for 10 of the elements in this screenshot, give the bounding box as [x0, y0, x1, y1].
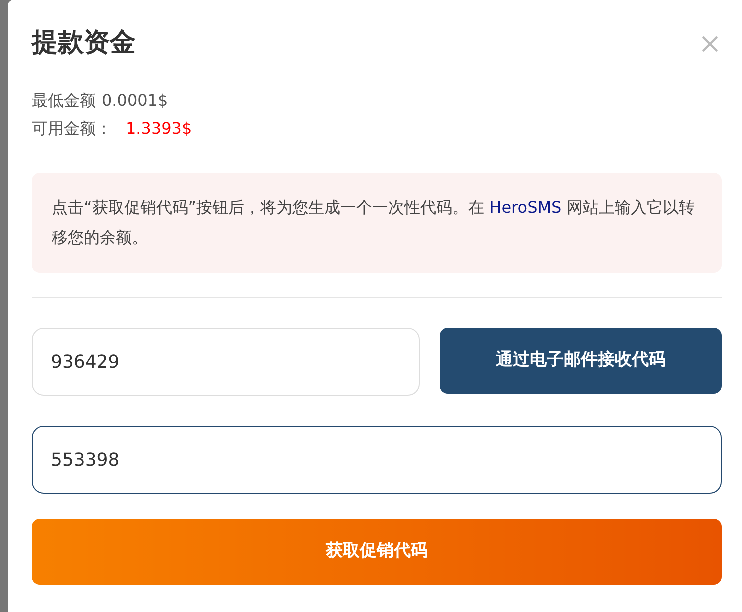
- herosms-link[interactable]: HeroSMS: [490, 198, 562, 217]
- available-label: 可用金额：: [32, 118, 112, 140]
- min-amount-value: 0.0001$: [102, 90, 168, 112]
- notice-text: 点击“获取促销代码”按钮后，将为您生成一个一次性代码。在 HeroSMS 网站上输入它以转移您的余额。: [52, 197, 696, 249]
- email-code-button[interactable]: 通过电子邮件接收代码: [440, 328, 722, 394]
- dialog-title: 提款资金: [32, 27, 136, 60]
- code-field[interactable]: 553398: [32, 426, 722, 494]
- min-amount-label: 最低金额: [32, 90, 96, 112]
- available-value: 1.3393$: [126, 118, 192, 140]
- code-field[interactable]: 936429: [32, 328, 420, 396]
